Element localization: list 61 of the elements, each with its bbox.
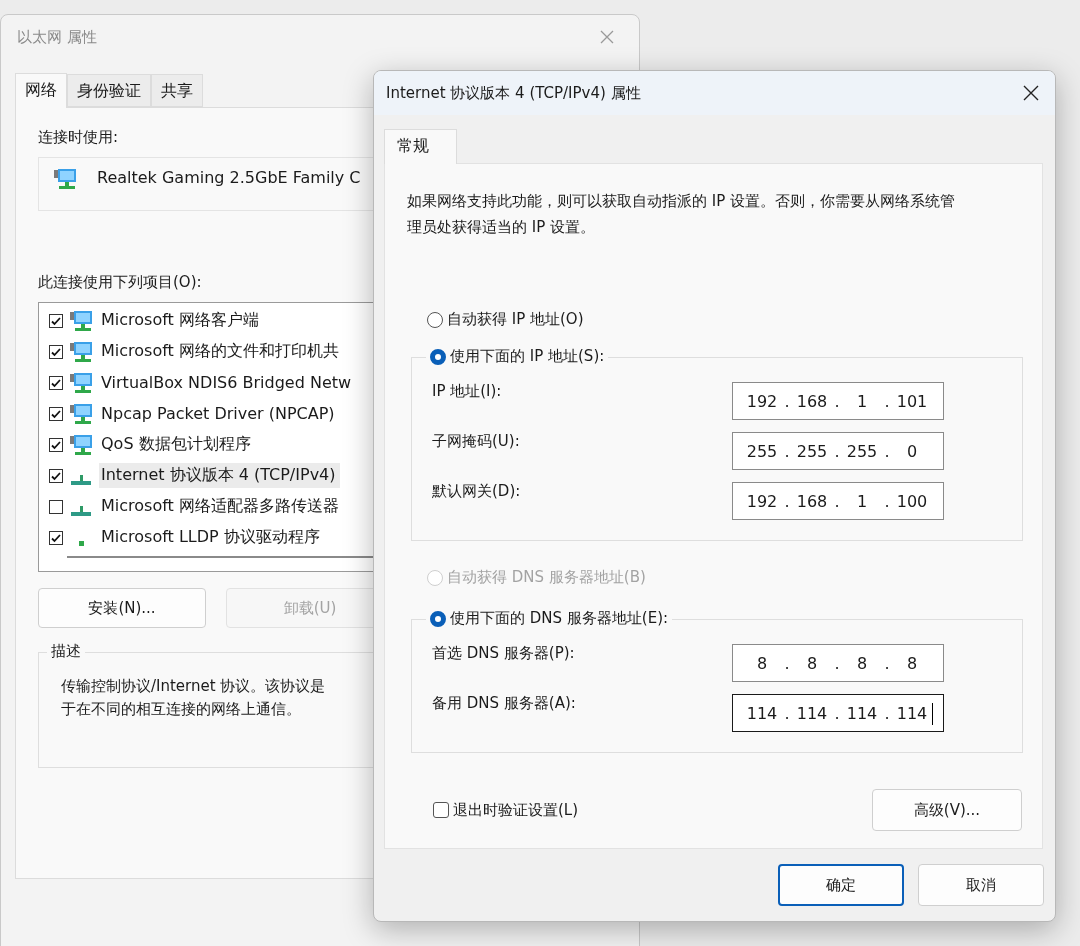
window-title: 以太网 属性: [17, 27, 97, 47]
network-computer-icon: [69, 402, 93, 425]
radio-button[interactable]: [430, 610, 446, 627]
description-text: 于在不同的相互连接的网络上通信。: [61, 700, 301, 719]
field-label: 首选 DNS 服务器(P):: [432, 644, 575, 663]
list-item[interactable]: Microsoft LLDP 协议驱动程序: [99, 525, 324, 550]
field-label: 子网掩码(U):: [432, 432, 520, 451]
ip-address-field[interactable]: 8 . 8 . 8 . 8: [732, 644, 944, 682]
network-computer-icon: [69, 340, 93, 363]
ip-address-field[interactable]: 114 . 114 . 114 . 114: [732, 694, 944, 732]
network-tee-icon: [71, 505, 91, 516]
list-item[interactable]: VirtualBox NDIS6 Bridged Netw: [99, 371, 356, 394]
close-icon[interactable]: [1023, 85, 1039, 101]
section-label: 连接时使用:: [38, 128, 119, 147]
intro-text: 如果网络支持此功能，则可以获取自动指派的 IP 设置。否则，你需要从网络系统管理员处获得适当的 IP 设置。: [407, 191, 956, 238]
description-text: 传输控制协议/Internet 协议。该协议是: [61, 677, 326, 696]
field-label: 备用 DNS 服务器(A):: [432, 694, 576, 713]
checkbox[interactable]: [49, 530, 63, 545]
list-item[interactable]: Microsoft 网络适配器多路传送器: [99, 494, 343, 519]
section-label: 此连接使用下列项目(O):: [38, 273, 202, 292]
dialog-title: Internet 协议版本 4 (TCP/IPv4) 属性: [386, 83, 641, 103]
tab[interactable]: 身份验证: [67, 74, 151, 107]
field-label: 默认网关(D):: [432, 482, 521, 501]
advanced-button[interactable]: 高级(V)...: [872, 789, 1022, 831]
ip-address-field[interactable]: 192 . 168 . 1 . 101: [732, 382, 944, 420]
tab[interactable]: 网络: [15, 73, 67, 108]
radio-label: 自动获得 DNS 服务器地址(B): [447, 568, 646, 587]
radio-button[interactable]: [430, 348, 446, 365]
checkbox[interactable]: [49, 406, 63, 421]
checkbox[interactable]: [433, 802, 449, 818]
list-item[interactable]: Microsoft 网络的文件和打印机共: [99, 339, 343, 364]
checkbox[interactable]: [49, 499, 63, 514]
list-item[interactable]: Microsoft 网络客户端: [99, 308, 263, 333]
checkbox[interactable]: [49, 375, 63, 390]
list-item[interactable]: Npcap Packet Driver (NPCAP): [99, 402, 339, 425]
network-tee-icon: [71, 474, 91, 485]
network-computer-icon: [69, 309, 93, 332]
radio-label: 自动获得 IP 地址(O): [447, 310, 584, 329]
ip-address-field[interactable]: 192 . 168 . 1 . 100: [732, 482, 944, 520]
tab[interactable]: 共享: [151, 74, 203, 107]
group-title: 描述: [51, 642, 81, 661]
network-computer-icon: [69, 433, 93, 456]
checkbox[interactable]: [49, 468, 63, 483]
list-item[interactable]: QoS 数据包计划程序: [99, 432, 255, 457]
network-computer-icon: [53, 168, 77, 190]
radio-label: 使用下面的 DNS 服务器地址(E):: [450, 609, 669, 628]
checkbox-label: 退出时验证设置(L): [453, 800, 579, 820]
radio-button[interactable]: [427, 311, 443, 328]
dialog-button[interactable]: 安装(N)...: [38, 588, 206, 628]
tab[interactable]: 常规: [384, 129, 457, 164]
dialog-button[interactable]: 确定: [778, 864, 904, 906]
checkbox[interactable]: [49, 344, 63, 359]
list-item[interactable]: Internet 协议版本 4 (TCP/IPv4): [99, 463, 340, 488]
field-label: IP 地址(I):: [432, 382, 502, 401]
ip-address-field[interactable]: 255 . 255 . 255 . 0: [732, 432, 944, 470]
radio-label: 使用下面的 IP 地址(S):: [450, 347, 605, 366]
network-computer-icon: [69, 371, 93, 394]
dialog-button[interactable]: 取消: [918, 864, 1044, 906]
checkbox[interactable]: [49, 313, 63, 328]
adapter-name: Realtek Gaming 2.5GbE Family C: [97, 168, 361, 187]
checkbox[interactable]: [49, 437, 63, 452]
